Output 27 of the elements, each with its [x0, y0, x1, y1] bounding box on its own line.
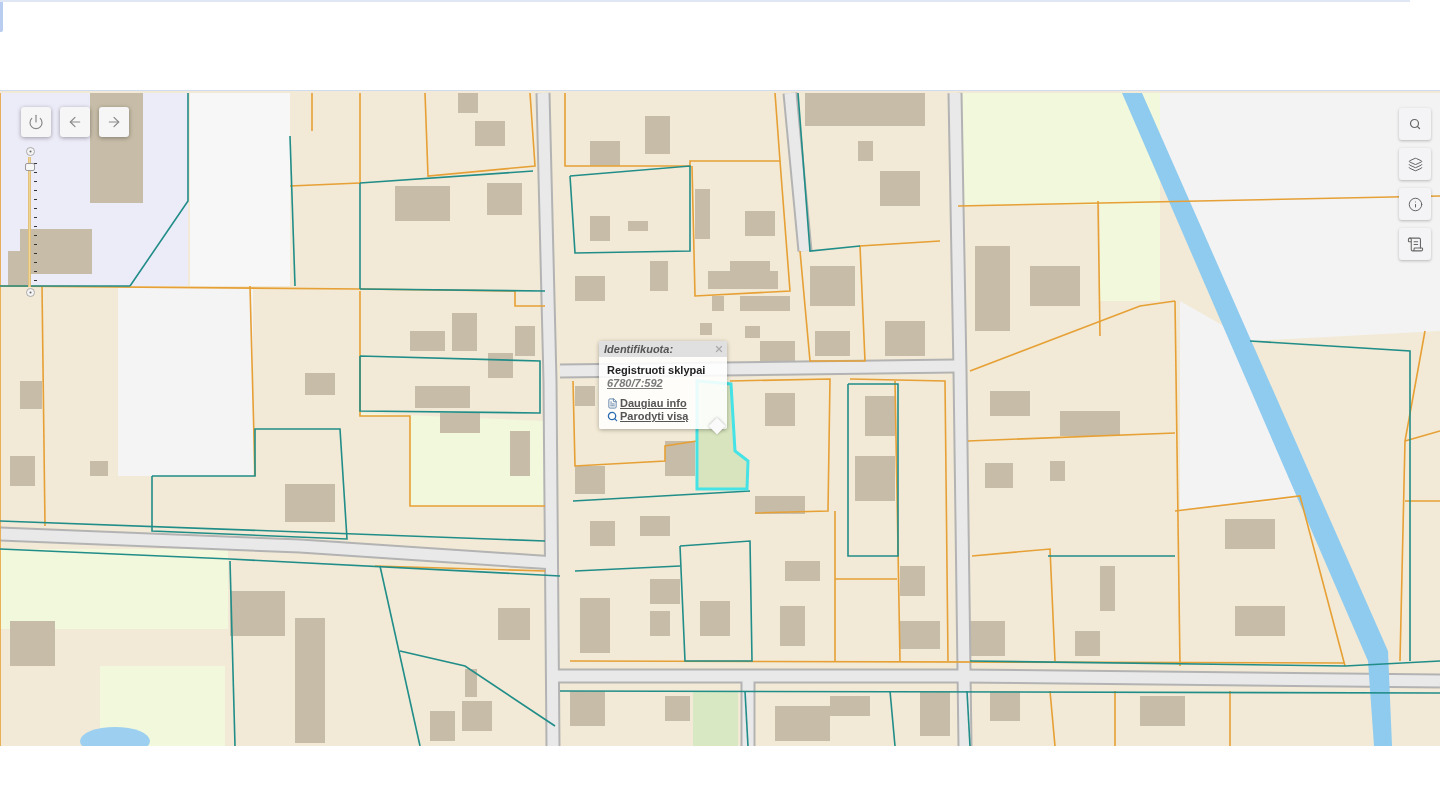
power-icon: [28, 114, 44, 130]
forward-arrow-icon: [106, 114, 122, 130]
info-icon: [1407, 196, 1423, 212]
document-icon: [607, 398, 618, 409]
info-button[interactable]: [1399, 188, 1431, 220]
legend-button[interactable]: [1399, 228, 1431, 260]
parcel-id-link[interactable]: 6780/7:592: [607, 377, 663, 390]
close-icon: [714, 344, 724, 354]
search-button[interactable]: [1399, 108, 1431, 140]
zoom-slider-track[interactable]: [24, 157, 38, 287]
search-icon: [607, 411, 618, 422]
popup-title: Identifikuota:: [604, 342, 674, 356]
zoom-out-icon[interactable]: [25, 288, 35, 297]
popup-link[interactable]: Parodyti visą: [620, 410, 689, 423]
popup-link[interactable]: Daugiau info: [620, 397, 687, 410]
layers-button[interactable]: [1399, 148, 1431, 180]
panel-edge-drawing: [0, 2, 3, 32]
power-button[interactable]: [21, 107, 51, 137]
layer-name: Registruoti sklypai: [607, 364, 707, 377]
zoom-slider-thumb[interactable]: [25, 163, 35, 172]
close-button[interactable]: [714, 344, 724, 354]
scroll-icon: [1406, 235, 1424, 253]
back-button[interactable]: [60, 107, 90, 137]
search-icon: [1409, 118, 1421, 130]
layers-icon: [1407, 156, 1423, 172]
zoom-in-icon[interactable]: [25, 147, 35, 156]
forward-button[interactable]: [99, 107, 129, 137]
